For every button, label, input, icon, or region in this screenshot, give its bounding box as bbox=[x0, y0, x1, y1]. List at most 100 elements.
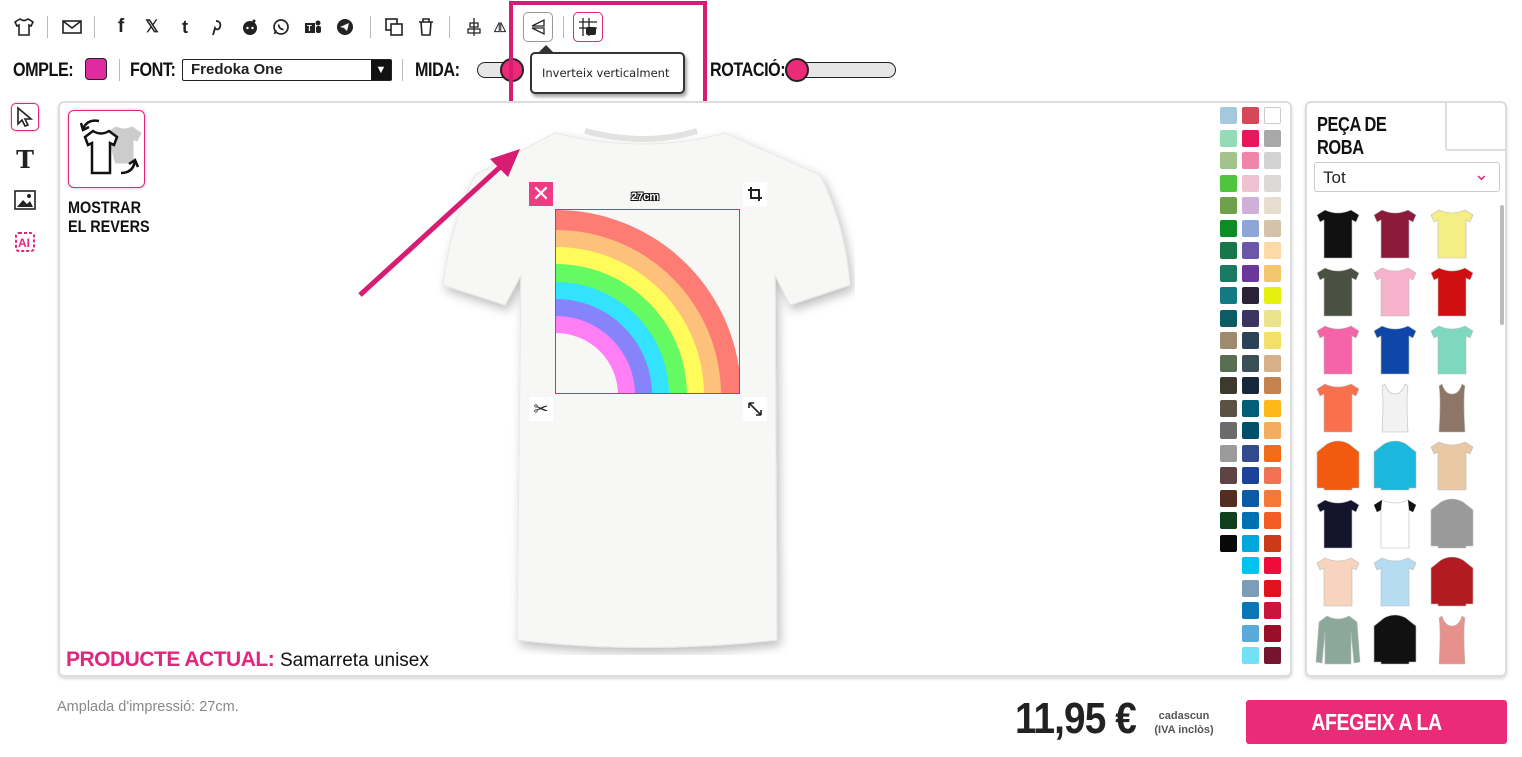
palette-swatch[interactable] bbox=[1264, 264, 1281, 282]
palette-swatch[interactable] bbox=[1220, 534, 1237, 552]
palette-swatch[interactable] bbox=[1242, 602, 1259, 619]
palette-swatch[interactable] bbox=[1242, 444, 1259, 462]
palette-swatch[interactable] bbox=[1242, 107, 1259, 124]
palette-swatch[interactable] bbox=[1264, 197, 1281, 214]
palette-swatch[interactable] bbox=[1242, 422, 1259, 439]
remove-design-button[interactable]: ✕ bbox=[529, 182, 553, 207]
product-tshirt-women-pink[interactable] bbox=[1313, 322, 1363, 378]
palette-swatch[interactable] bbox=[1220, 129, 1237, 147]
cut-handle[interactable]: ✂ bbox=[529, 397, 553, 421]
teams-icon[interactable]: T bbox=[302, 16, 324, 38]
palette-swatch[interactable] bbox=[1264, 354, 1281, 372]
palette-swatch[interactable] bbox=[1264, 399, 1281, 417]
palette-swatch[interactable] bbox=[1220, 242, 1237, 259]
palette-swatch[interactable] bbox=[1242, 332, 1259, 349]
resize-handle[interactable] bbox=[743, 397, 767, 421]
palette-swatch[interactable] bbox=[1264, 624, 1281, 642]
product-tank-white[interactable] bbox=[1370, 380, 1420, 436]
palette-swatch[interactable] bbox=[1264, 107, 1281, 124]
palette-swatch[interactable] bbox=[1220, 264, 1237, 282]
tab-garment[interactable]: PEÇA DE ROBA bbox=[1307, 103, 1447, 159]
duplicate-icon[interactable] bbox=[383, 16, 405, 38]
fill-color-swatch[interactable] bbox=[85, 58, 107, 80]
image-tool[interactable] bbox=[11, 186, 39, 214]
rotation-slider-knob[interactable] bbox=[785, 58, 809, 82]
palette-swatch[interactable] bbox=[1242, 219, 1259, 237]
palette-swatch[interactable] bbox=[1220, 197, 1237, 214]
palette-swatch[interactable] bbox=[1242, 534, 1259, 552]
palette-swatch[interactable] bbox=[1220, 354, 1237, 372]
product-tshirt-peach[interactable] bbox=[1313, 554, 1363, 610]
trash-icon[interactable] bbox=[415, 16, 437, 38]
x-icon[interactable]: 𝕏 bbox=[141, 16, 163, 38]
palette-swatch[interactable] bbox=[1242, 377, 1259, 394]
palette-swatch[interactable] bbox=[1242, 242, 1259, 259]
palette-swatch[interactable] bbox=[1242, 467, 1259, 484]
product-hoodie-black-orange[interactable] bbox=[1370, 612, 1420, 668]
palette-swatch[interactable] bbox=[1242, 557, 1259, 574]
palette-swatch[interactable] bbox=[1264, 129, 1281, 147]
product-tshirt-black[interactable] bbox=[1313, 206, 1363, 262]
product-hoodie-cyan[interactable] bbox=[1370, 438, 1420, 494]
palette-swatch[interactable] bbox=[1242, 287, 1259, 304]
palette-swatch[interactable] bbox=[1264, 579, 1281, 597]
garment-filter-select[interactable]: Tot ⌄ bbox=[1314, 162, 1500, 192]
product-tank-salmon[interactable] bbox=[1427, 612, 1477, 668]
palette-swatch[interactable] bbox=[1242, 512, 1259, 529]
palette-swatch[interactable] bbox=[1264, 489, 1281, 507]
palette-swatch[interactable] bbox=[1220, 332, 1237, 349]
palette-swatch[interactable] bbox=[1242, 309, 1259, 327]
palette-swatch[interactable] bbox=[1220, 489, 1237, 507]
whatsapp-icon[interactable] bbox=[270, 16, 292, 38]
palette-swatch[interactable] bbox=[1264, 602, 1281, 619]
tshirt-icon[interactable] bbox=[13, 16, 35, 38]
product-longsleeve-sage[interactable] bbox=[1313, 612, 1363, 668]
design-canvas[interactable]: MOSTRAR EL REVERS 27cm ✕ ✂ PRODUCTE ACTU… bbox=[58, 101, 1292, 677]
palette-swatch[interactable] bbox=[1220, 512, 1237, 529]
palette-swatch[interactable] bbox=[1264, 444, 1281, 462]
pinterest-icon[interactable] bbox=[205, 16, 227, 38]
palette-swatch[interactable] bbox=[1264, 512, 1281, 529]
product-raglan-white-black[interactable] bbox=[1370, 496, 1420, 552]
product-tshirt-olive[interactable] bbox=[1313, 264, 1363, 320]
palette-swatch[interactable] bbox=[1264, 242, 1281, 259]
palette-swatch[interactable] bbox=[1242, 399, 1259, 417]
palette-swatch[interactable] bbox=[1264, 309, 1281, 327]
palette-swatch[interactable] bbox=[1242, 624, 1259, 642]
palette-swatch[interactable] bbox=[1220, 422, 1237, 439]
product-jacket-red[interactable] bbox=[1427, 554, 1477, 610]
palette-swatch[interactable] bbox=[1242, 152, 1259, 169]
product-tshirt-burgundy[interactable] bbox=[1370, 206, 1420, 262]
align-center-icon[interactable] bbox=[463, 16, 485, 38]
add-to-cart-button[interactable]: AFEGEIX A LA CISTELLA bbox=[1246, 700, 1507, 757]
palette-swatch[interactable] bbox=[1264, 152, 1281, 169]
palette-swatch[interactable] bbox=[1220, 377, 1237, 394]
palette-swatch[interactable] bbox=[1242, 264, 1259, 282]
palette-swatch[interactable] bbox=[1220, 152, 1237, 169]
palette-swatch[interactable] bbox=[1242, 579, 1259, 597]
palette-swatch[interactable] bbox=[1220, 399, 1237, 417]
product-tshirt-mint[interactable] bbox=[1427, 322, 1477, 378]
palette-swatch[interactable] bbox=[1220, 287, 1237, 304]
email-icon[interactable] bbox=[61, 16, 83, 38]
ai-tool[interactable]: AI bbox=[11, 228, 39, 256]
product-tshirt-tiedye[interactable] bbox=[1427, 438, 1477, 494]
select-tool[interactable] bbox=[11, 103, 39, 131]
telegram-icon[interactable] bbox=[334, 16, 356, 38]
palette-swatch[interactable] bbox=[1220, 219, 1237, 237]
palette-swatch[interactable] bbox=[1242, 354, 1259, 372]
palette-swatch[interactable] bbox=[1264, 332, 1281, 349]
palette-swatch[interactable] bbox=[1264, 557, 1281, 574]
product-hoodie-grey[interactable] bbox=[1427, 496, 1477, 552]
text-tool[interactable]: T bbox=[11, 145, 39, 174]
facebook-icon[interactable]: f bbox=[110, 16, 132, 38]
palette-swatch[interactable] bbox=[1220, 444, 1237, 462]
palette-swatch[interactable] bbox=[1264, 467, 1281, 484]
product-tshirt-navy[interactable] bbox=[1313, 496, 1363, 552]
product-tshirt-yellow[interactable] bbox=[1427, 206, 1477, 262]
palette-swatch[interactable] bbox=[1264, 377, 1281, 394]
palette-swatch[interactable] bbox=[1242, 129, 1259, 147]
palette-swatch[interactable] bbox=[1220, 309, 1237, 327]
product-tshirt-royal[interactable] bbox=[1370, 322, 1420, 378]
palette-swatch[interactable] bbox=[1264, 422, 1281, 439]
